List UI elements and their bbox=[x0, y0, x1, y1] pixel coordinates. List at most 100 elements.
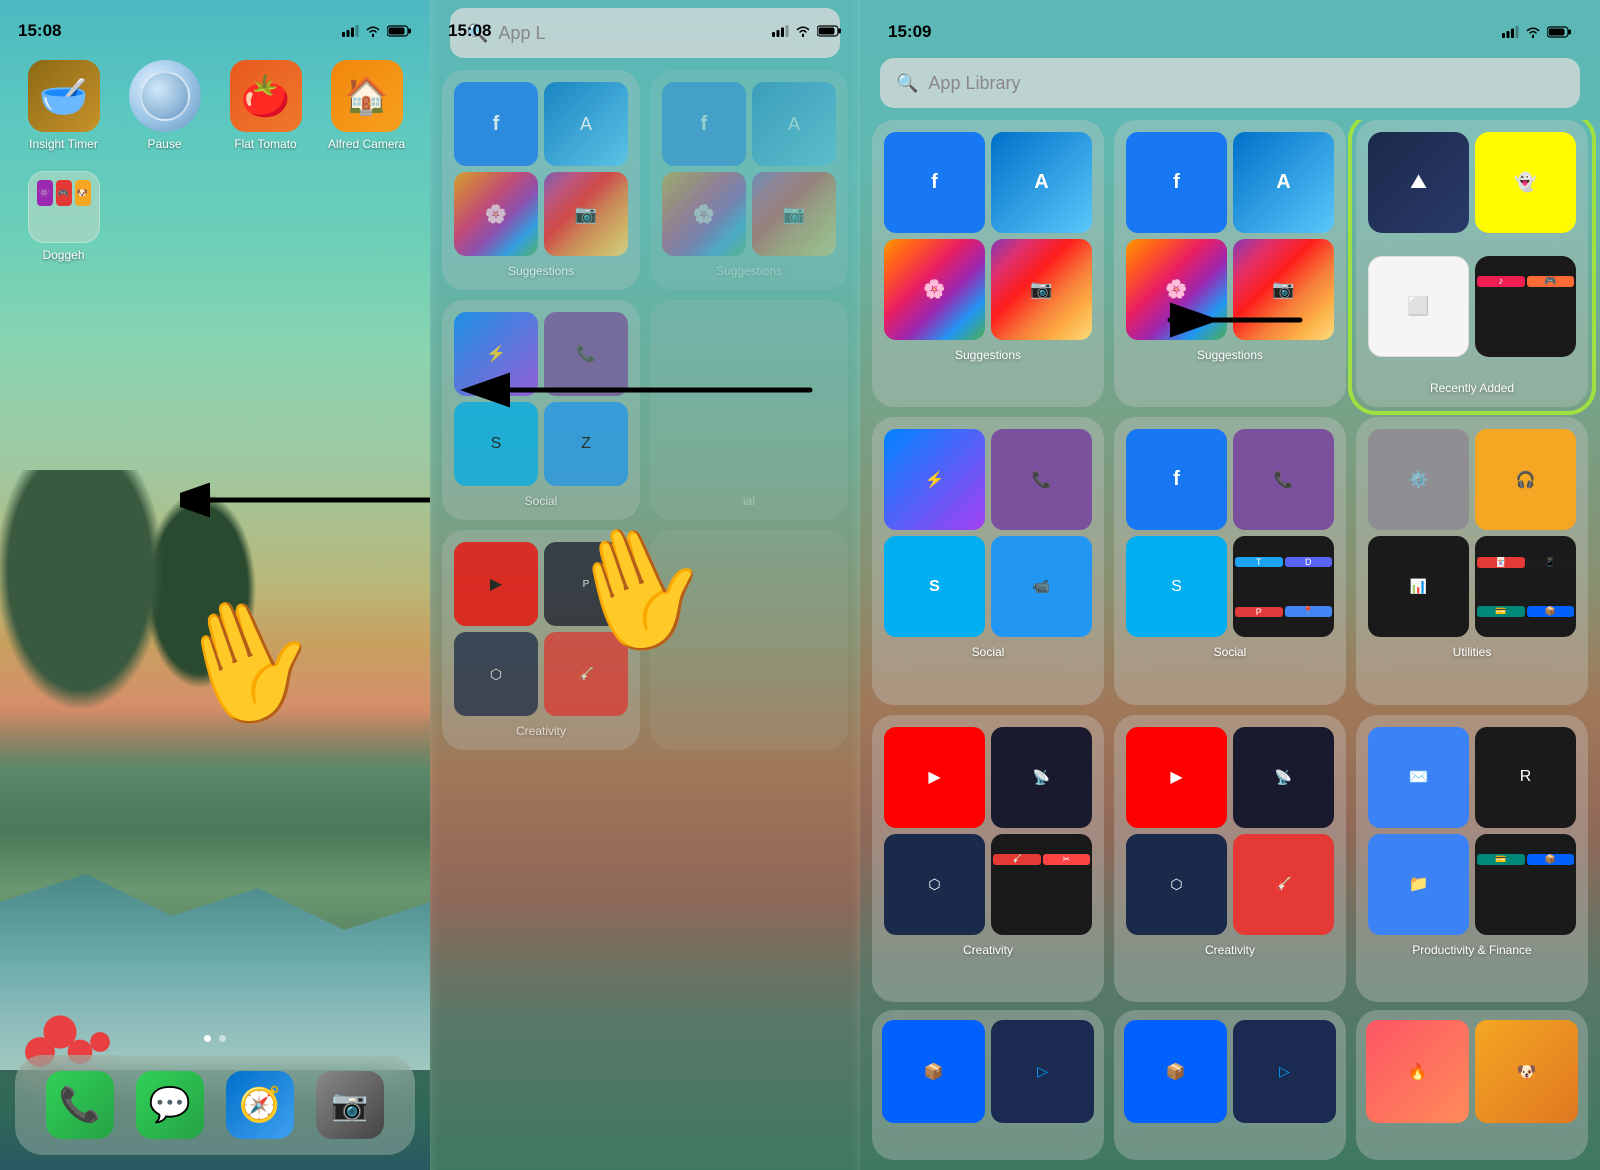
periscope-googlemaps-group[interactable]: T D P 📍 bbox=[1233, 536, 1334, 637]
flat-tomato-icon[interactable]: 🍅 bbox=[230, 60, 302, 132]
status-bar: 15:08 bbox=[0, 0, 430, 50]
facebook-icon-2[interactable]: f bbox=[1126, 132, 1227, 233]
status-icons bbox=[342, 25, 412, 37]
dock-messages[interactable]: 💬 bbox=[136, 1071, 204, 1139]
settings-icon[interactable]: ⚙️ bbox=[1368, 429, 1469, 530]
facebook-icon-3[interactable]: f bbox=[1126, 429, 1227, 530]
reeder-icon[interactable]: R bbox=[1475, 727, 1576, 828]
facebook-icon-1[interactable]: f bbox=[884, 132, 985, 233]
app-library-search[interactable]: 🔍 App Library bbox=[880, 58, 1580, 108]
utilities-apps: ⚙️ 🎧 📊 🃏 📱 💳 📦 bbox=[1368, 429, 1576, 637]
panasonic-icon-1[interactable]: 📡 bbox=[991, 727, 1092, 828]
appstore-icon-blur: A bbox=[544, 82, 628, 166]
app-library-panel: 15:09 🔍 App Library f A 🌸 📷 bbox=[860, 0, 1600, 1170]
social-1-apps: ⚡ 📞 S 📹 bbox=[884, 429, 1092, 637]
sound-analyzer-icon[interactable]: 📊 bbox=[1368, 536, 1469, 637]
home-screen: 15:08 🥣 I bbox=[0, 0, 430, 1170]
viber-icon-2[interactable]: 📞 bbox=[1233, 429, 1334, 530]
productivity-group[interactable]: 💳 📦 bbox=[1475, 834, 1576, 935]
dock-safari[interactable]: 🧭 bbox=[226, 1071, 294, 1139]
folder-recently-added[interactable]: ⛰ 👻 ⬜ ♪ 🎮 Recently Added bbox=[1356, 120, 1588, 407]
photos-icon-blur: 🌸 bbox=[454, 172, 538, 256]
folder-creativity-2[interactable]: ▶ 📡 ⬡ 🎸 Creativity bbox=[1114, 715, 1346, 1002]
creativity-label-blur: Creativity bbox=[454, 724, 628, 738]
headspace-icon[interactable]: 🎧 bbox=[1475, 429, 1576, 530]
insight-timer-label: Insight Timer bbox=[29, 137, 98, 151]
bottom-folder-2[interactable]: 📦 ▷ bbox=[1114, 1010, 1346, 1160]
folder-social-2[interactable]: f 📞 S T D P 📍 Social bbox=[1114, 417, 1346, 704]
panasonic-icon-2[interactable]: 📡 bbox=[1233, 727, 1334, 828]
affinity-icon-2[interactable]: ⬡ bbox=[1126, 834, 1227, 935]
dropbox-icon-bottom-2[interactable]: 📦 bbox=[1124, 1020, 1227, 1123]
pause-icon[interactable] bbox=[129, 60, 201, 132]
recently-added-label: Recently Added bbox=[1430, 381, 1514, 395]
app-item-pause[interactable]: Pause bbox=[119, 60, 210, 151]
search-placeholder: App Library bbox=[928, 73, 1020, 94]
app-library-panel-blur: 15:08 🔍 App L f A 🌸 📷 Suggestion bbox=[430, 0, 860, 1170]
tinder-icon-bottom[interactable]: 🔥 bbox=[1366, 1020, 1469, 1123]
appstore-icon-1[interactable]: A bbox=[991, 132, 1092, 233]
creativity-1-apps: ▶ 📡 ⬡ 🎸 ✂ bbox=[884, 727, 1092, 935]
folder-creativity-1[interactable]: ▶ 📡 ⬡ 🎸 ✂ Creativity bbox=[872, 715, 1104, 1002]
affinity-bottom[interactable]: ▷ bbox=[991, 1020, 1094, 1123]
dot-1 bbox=[204, 1035, 211, 1042]
app-item-insight[interactable]: 🥣 Insight Timer bbox=[18, 60, 109, 151]
alfred-camera-icon[interactable]: 🏠 bbox=[331, 60, 403, 132]
snapchat-icon[interactable]: 👻 bbox=[1475, 132, 1576, 233]
appstore-icon-2[interactable]: A bbox=[1233, 132, 1334, 233]
skype-icon-2[interactable]: S bbox=[1126, 536, 1227, 637]
folder-utilities[interactable]: ⚙️ 🎧 📊 🃏 📱 💳 📦 Utilities bbox=[1356, 417, 1588, 704]
app-library-container: 15:09 🔍 App Library f A 🌸 📷 bbox=[860, 0, 1600, 1170]
remini-tiktok-group[interactable]: ♪ 🎮 bbox=[1475, 256, 1576, 357]
doggeh-icon-bottom[interactable]: 🐶 bbox=[1475, 1020, 1578, 1123]
app-lib-status-icons bbox=[1502, 26, 1572, 38]
search-icon: 🔍 bbox=[896, 73, 918, 94]
mountain-peak-icon[interactable]: ⛰ bbox=[1368, 132, 1469, 233]
dropbox-icon-bottom[interactable]: 📦 bbox=[882, 1020, 985, 1123]
flat-tomato-label: Flat Tomato bbox=[234, 137, 296, 151]
affinity-bottom-2[interactable]: ▷ bbox=[1233, 1020, 1336, 1123]
folder-suggestions-2[interactable]: f A 🌸 📷 Suggestions bbox=[1114, 120, 1346, 407]
creativity-label-2: Creativity bbox=[1205, 943, 1255, 957]
app-item-alfredcam[interactable]: 🏠 Alfred Camera bbox=[321, 60, 412, 151]
suggestions-label-1: Suggestions bbox=[955, 348, 1021, 362]
bottom-folder-1[interactable]: 📦 ▷ bbox=[872, 1010, 1104, 1160]
status-time-blur: 15:08 bbox=[448, 21, 491, 41]
photos-icon-1[interactable]: 🌸 bbox=[884, 239, 985, 340]
social-2-apps: f 📞 S T D P 📍 bbox=[1126, 429, 1334, 637]
unfolder-icon[interactable]: ⬜ bbox=[1368, 256, 1469, 357]
productivity-apps: ✉️ R 📁 💳 📦 bbox=[1368, 727, 1576, 935]
suggestions-1-apps: f A 🌸 📷 bbox=[884, 132, 1092, 340]
dock-phone[interactable]: 📞 bbox=[46, 1071, 114, 1139]
files-icon[interactable]: 📁 bbox=[1368, 834, 1469, 935]
hand-annotation-2: ✋ bbox=[530, 420, 790, 680]
zoom-icon-1[interactable]: 📹 bbox=[991, 536, 1092, 637]
instagram-icon-1[interactable]: 📷 bbox=[991, 239, 1092, 340]
app-item-doggeh[interactable]: 👾 🎮 🐶 Doggeh bbox=[18, 171, 109, 262]
facebook-icon-blur: f bbox=[454, 82, 538, 166]
bottom-folder-3[interactable]: 🔥 🐶 bbox=[1356, 1010, 1588, 1160]
skype-icon-1[interactable]: S bbox=[884, 536, 985, 637]
doggeh-folder-icon[interactable]: 👾 🎮 🐶 bbox=[28, 171, 100, 243]
app-item-flattomato[interactable]: 🍅 Flat Tomato bbox=[220, 60, 311, 151]
folder-social-1[interactable]: ⚡ 📞 S 📹 Social bbox=[872, 417, 1104, 704]
bandlab-icon-2[interactable]: 🎸 bbox=[1233, 834, 1334, 935]
utilities-group[interactable]: 🃏 📱 💳 📦 bbox=[1475, 536, 1576, 637]
mail-icon[interactable]: ✉️ bbox=[1368, 727, 1469, 828]
social-label-2: Social bbox=[1214, 645, 1247, 659]
messenger-icon-1[interactable]: ⚡ bbox=[884, 429, 985, 530]
suggestions-label-blur-2: Suggestions bbox=[662, 264, 836, 278]
youtube-studio-icon-2[interactable]: ▶ bbox=[1126, 727, 1227, 828]
viber-icon-1[interactable]: 📞 bbox=[991, 429, 1092, 530]
affinity-icon-1[interactable]: ⬡ bbox=[884, 834, 985, 935]
creativity-group-1[interactable]: 🎸 ✂ bbox=[991, 834, 1092, 935]
youtube-studio-icon-1[interactable]: ▶ bbox=[884, 727, 985, 828]
insight-timer-icon[interactable]: 🥣 bbox=[28, 60, 100, 132]
creativity-label-1: Creativity bbox=[963, 943, 1013, 957]
creativity-2-apps: ▶ 📡 ⬡ 🎸 bbox=[1126, 727, 1334, 935]
status-bar-blur: 15:08 bbox=[430, 0, 860, 50]
folder-suggestions-1[interactable]: f A 🌸 📷 Suggestions bbox=[872, 120, 1104, 407]
dock-camera[interactable]: 📷 bbox=[316, 1071, 384, 1139]
signal-icon bbox=[342, 25, 359, 37]
folder-productivity[interactable]: ✉️ R 📁 💳 📦 Productivity & Finance bbox=[1356, 715, 1588, 1002]
